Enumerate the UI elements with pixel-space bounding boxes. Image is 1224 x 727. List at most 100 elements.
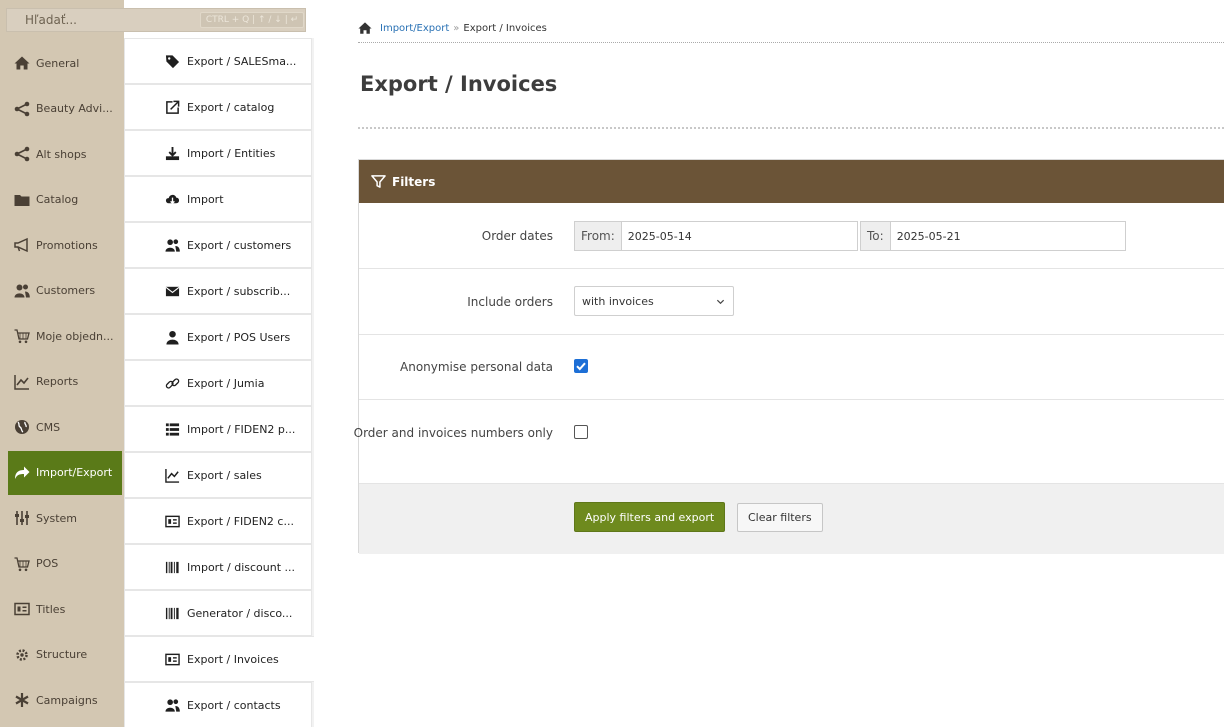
breadcrumb-separator: » [453,22,460,34]
subnav-item-import[interactable]: Import [124,176,312,222]
nav-item-label: Reports [36,375,79,388]
id-card-icon [165,514,187,529]
order-dates-row: Order dates From: To: [359,203,1224,269]
subnav-item-label: Export / POS Users [187,330,291,344]
user-icon [165,330,187,345]
nav-item-label: Structure [36,648,88,661]
nav-item-label: Moje objedn... [36,329,114,343]
breadcrumb: Import/Export » Export / Invoices [358,20,547,36]
nav-item-promotions[interactable]: Promotions [8,223,122,267]
id-card-icon [165,652,187,667]
nav-item-beauty-advi[interactable]: Beauty Advi... [8,87,122,131]
date-from-field[interactable]: From: [574,221,858,251]
nav-item-label: Import/Export [36,466,113,479]
subnav-item-generator-disco[interactable]: Generator / disco... [124,590,312,636]
nav-item-label: Campaigns [36,693,98,707]
nav-item-pos[interactable]: POS [8,542,122,586]
subnav-item-export-invoices[interactable]: Export / Invoices [124,636,314,682]
megaphone-icon [14,237,36,253]
include-orders-row: Include orders with invoices [359,269,1224,335]
subnav-item-export-salesma[interactable]: Export / SALESma... [124,38,312,84]
subnav-item-label: Import [187,192,224,206]
subnav-item-export-jumia[interactable]: Export / Jumia [124,360,312,406]
subnav-item-export-customers[interactable]: Export / customers [124,222,312,268]
nav-item-customers[interactable]: Customers [8,269,122,313]
apply-filters-button[interactable]: Apply filters and export [574,502,726,532]
numbers-only-label: Order and invoices numbers only [353,426,553,440]
subnav-item-label: Export / Jumia [187,376,265,390]
chart-icon [14,374,36,390]
nav-item-catalog[interactable]: Catalog [8,178,122,222]
nav-item-label: Titles [36,602,66,616]
subnav-item-export-sales[interactable]: Export / sales [124,452,312,498]
nav-item-import-export[interactable]: Import/Export [8,450,122,495]
subnav-item-label: Generator / disco... [187,606,293,620]
nav-item-cms[interactable]: CMS [8,405,122,449]
page-title: Export / Invoices [360,72,558,96]
filters-title: Filters [392,174,436,189]
nav-item-label: System [36,511,78,525]
clear-filters-button[interactable]: Clear filters [737,503,823,532]
nav-item-label: CMS [36,420,61,434]
subnav-item-label: Export / SALESma... [187,54,297,68]
nav-item-label: Catalog [36,193,79,206]
order-dates-label: Order dates [481,229,553,243]
subnav-item-export-pos-users[interactable]: Export / POS Users [124,314,312,360]
include-orders-select[interactable]: with invoices [574,286,734,316]
id-card-icon [14,601,36,617]
breadcrumb-link-import-export[interactable]: Import/Export [380,23,449,34]
nav-item-label: Promotions [36,238,98,252]
tag-icon [165,54,187,69]
subnav-item-label: Export / FIDEN2 c... [187,514,294,528]
share-icon [14,101,36,117]
envelope-icon [165,284,187,299]
download-icon [165,146,187,161]
anonymise-checkbox[interactable] [574,359,588,373]
home-icon[interactable] [358,21,374,35]
globe-icon [14,419,36,435]
subnav-item-import-discount[interactable]: Import / discount ... [124,544,312,590]
nav-item-titles[interactable]: Titles [8,587,122,631]
nav-item-structure[interactable]: Structure [8,633,122,677]
numbers-only-checkbox[interactable] [574,425,588,439]
nav-item-general[interactable]: General [8,41,122,85]
subnav-item-import-fiden2-p[interactable]: Import / FIDEN2 p... [124,406,312,452]
subnav-item-export-contacts[interactable]: Export / contacts [124,682,312,727]
main-sidebar: General Beauty Advi... Alt shops Catalog Pro… [0,0,124,727]
cogs-icon [14,647,36,663]
sub-sidebar: Export / SALESma... Export / catalog Impor… [124,38,314,727]
nav-item-reports[interactable]: Reports [8,360,122,404]
date-to-field[interactable]: To: [860,221,1126,251]
nav-item-alt-shops[interactable]: Alt shops [8,132,122,176]
link-icon [165,376,187,391]
filter-icon [371,174,386,189]
date-from-input[interactable] [621,222,857,250]
subnav-item-label: Import / discount ... [187,560,295,574]
date-to-input[interactable] [890,222,1125,250]
home-icon [14,55,36,71]
subnav-item-label: Export / subscrib... [187,284,291,298]
folder-icon [14,192,36,208]
nav-item-label: Customers [36,284,96,297]
share-icon [14,146,36,162]
subnav-item-label: Export / sales [187,468,262,482]
sliders-icon [14,510,36,526]
subnav-item-import-entities[interactable]: Import / Entities [124,130,312,176]
barcode-icon [165,606,187,621]
share-arrow-icon [14,465,36,481]
numbers-only-row: Order and invoices numbers only [354,400,1224,484]
nav-item-system[interactable]: System [8,496,122,540]
nav-item-moje-objedn[interactable]: Moje objedn... [8,314,122,358]
nav-item-label: General [36,56,80,70]
nav-item-label: POS [36,557,59,570]
search-bar: CTRL + Q | ↑ / ↓ | ↵ [0,8,312,32]
title-divider [358,127,1224,129]
include-orders-value: with invoices [582,294,654,308]
subnav-item-export-subscrib[interactable]: Export / subscrib... [124,268,312,314]
subnav-item-label: Export / contacts [187,698,281,712]
check-icon [576,362,586,371]
nav-item-campaigns[interactable]: Campaigns [8,678,122,722]
users-icon [14,283,36,299]
subnav-item-export-catalog[interactable]: Export / catalog [124,84,312,130]
subnav-item-export-fiden2-c[interactable]: Export / FIDEN2 c... [124,498,312,544]
